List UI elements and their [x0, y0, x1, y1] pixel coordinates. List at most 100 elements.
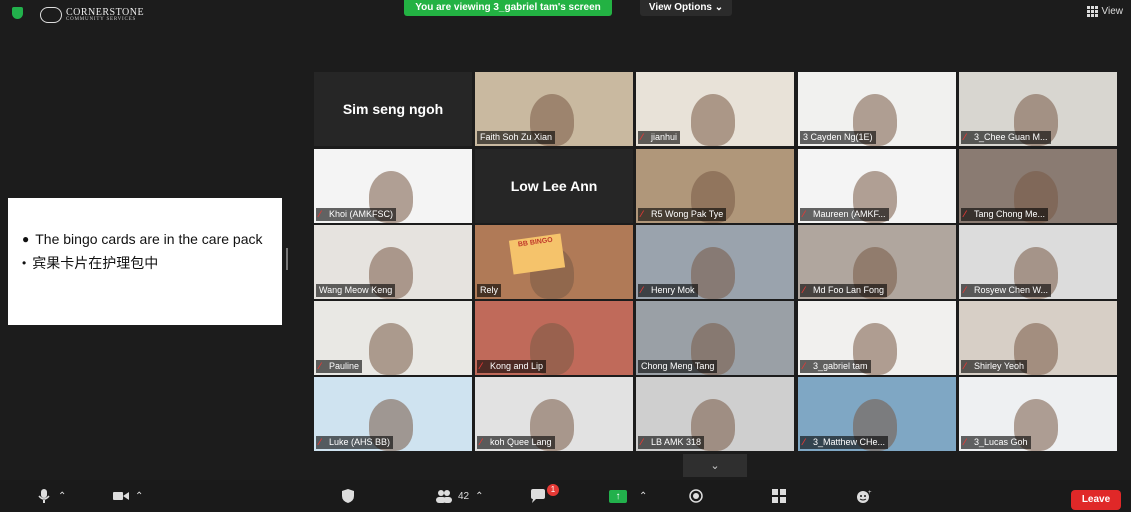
participant-tile[interactable]: 3 Cayden Ng(1E) — [798, 72, 956, 146]
participant-tile[interactable]: ⁄ koh Quee Lang — [475, 377, 633, 451]
participant-tile[interactable]: Wang Meow Keng — [314, 225, 472, 299]
participant-label: Wang Meow Keng — [316, 284, 396, 297]
participant-name: jianhui — [651, 132, 678, 142]
participant-name: koh Quee Lang — [490, 437, 552, 447]
share-line-chinese: 宾果卡片在护理包中 — [32, 255, 159, 271]
mic-off-icon: ⁄ — [964, 132, 966, 142]
participant-tile[interactable]: ⁄ LB AMK 318 — [636, 377, 794, 451]
mic-off-icon: ⁄ — [480, 437, 482, 447]
svg-text:+: + — [868, 490, 872, 496]
participants-icon — [436, 490, 452, 503]
participant-tile[interactable]: ⁄ 3_Chee Guan M... — [959, 72, 1117, 146]
chat-badge: 1 — [547, 484, 559, 496]
leave-button[interactable]: Leave — [1071, 490, 1121, 510]
breakout-rooms-icon — [772, 489, 786, 503]
chat-icon — [531, 489, 545, 503]
mic-off-icon: ⁄ — [803, 437, 805, 447]
participants-button[interactable]: 42 ⌃ — [436, 486, 484, 506]
participant-name: Luke (AHS BB) — [329, 437, 391, 447]
view-button[interactable]: View — [1086, 6, 1123, 17]
chevron-up-icon[interactable]: ⌃ — [639, 491, 647, 502]
participant-tile[interactable]: ⁄ jianhui — [636, 72, 794, 146]
share-screen-icon: ↑ — [609, 489, 627, 503]
participant-tile[interactable]: ⁄ Pauline — [314, 301, 472, 375]
participant-tile[interactable]: ⁄ 3_Lucas Goh — [959, 377, 1117, 451]
grid-icon — [1086, 6, 1098, 17]
zoom-meeting-window: CORNERSTONE COMMUNITY SERVICES You are v… — [0, 0, 1131, 512]
participant-name: Chong Meng Tang — [641, 361, 715, 371]
shield-icon[interactable] — [12, 7, 23, 19]
participant-tile[interactable]: ⁄ Maureen (AMKF... — [798, 149, 956, 223]
logo-icon — [40, 7, 62, 23]
view-options-button[interactable]: View Options ⌄ — [640, 0, 732, 16]
participant-label: ⁄ 3_Lucas Goh — [961, 436, 1031, 449]
participant-label: ⁄ Luke (AHS BB) — [316, 436, 394, 449]
participant-silhouette — [691, 247, 735, 299]
share-line-english: The bingo cards are in the care pack — [35, 231, 263, 247]
video-button[interactable]: ⌃ — [113, 486, 143, 506]
chevron-up-icon[interactable]: ⌃ — [58, 491, 66, 502]
smiley-icon: + — [857, 490, 872, 503]
participant-label: ⁄ Tang Chong Me... — [961, 208, 1049, 221]
participant-name: LB AMK 318 — [651, 437, 702, 447]
mic-off-icon: ⁄ — [319, 361, 321, 371]
bottom-toolbar: ⌃ ⌃ 42 ⌃ ↑ ⌃ + Leave — [0, 480, 1131, 512]
participant-tile[interactable]: BB BINGO Rely — [475, 225, 633, 299]
participant-name: Low Lee Ann — [510, 178, 598, 194]
participant-label: ⁄ Rosyew Chen W... — [961, 284, 1052, 297]
participant-label: ⁄ Maureen (AMKF... — [800, 208, 889, 221]
participant-tile[interactable]: ⁄ Khoi (AMKFSC) — [314, 149, 472, 223]
mic-off-icon: ⁄ — [480, 361, 482, 371]
chevron-up-icon[interactable]: ⌃ — [135, 491, 143, 502]
mic-off-icon: ⁄ — [964, 361, 966, 371]
chevron-down-icon[interactable]: ⌄ — [683, 454, 747, 477]
security-button[interactable] — [340, 486, 356, 506]
mic-off-icon: ⁄ — [641, 132, 643, 142]
mic-off-icon: ⁄ — [964, 437, 966, 447]
participant-tile[interactable]: ⁄ Md Foo Lan Fong — [798, 225, 956, 299]
participant-tile[interactable]: Faith Soh Zu Xian — [475, 72, 633, 146]
participant-name: Tang Chong Me... — [974, 209, 1046, 219]
mic-off-icon: ⁄ — [964, 285, 966, 295]
participant-label: ⁄ Md Foo Lan Fong — [800, 284, 888, 297]
mic-off-icon: ⁄ — [803, 285, 805, 295]
participant-tile[interactable]: Low Lee Ann — [475, 149, 633, 223]
participant-label: ⁄ LB AMK 318 — [638, 436, 705, 449]
splitter-handle[interactable] — [286, 248, 288, 270]
chevron-up-icon[interactable]: ⌃ — [475, 491, 483, 502]
participant-label: ⁄ Shirley Yeoh — [961, 360, 1028, 373]
bingo-card-thumbnail: BB BINGO — [508, 233, 566, 275]
participant-label: Chong Meng Tang — [638, 360, 718, 373]
participant-tile[interactable]: ⁄ Rosyew Chen W... — [959, 225, 1117, 299]
top-bar: CORNERSTONE COMMUNITY SERVICES You are v… — [0, 0, 1131, 24]
breakout-rooms-button[interactable] — [771, 486, 787, 506]
participant-name: R5 Wong Pak Tye — [651, 209, 724, 219]
participant-tile[interactable]: ⁄ Henry Mok — [636, 225, 794, 299]
participant-tile[interactable]: Sim seng ngoh — [314, 72, 472, 146]
participant-tile[interactable]: ⁄ 3_gabriel tam — [798, 301, 956, 375]
participant-name: 3_Lucas Goh — [974, 437, 1028, 447]
record-button[interactable] — [688, 486, 704, 506]
participant-name: 3_Matthew CHe... — [813, 437, 886, 447]
participant-name: Henry Mok — [651, 285, 695, 295]
mic-off-icon: ⁄ — [803, 361, 805, 371]
mute-button[interactable]: ⌃ — [36, 486, 66, 506]
participant-tile[interactable]: ⁄ R5 Wong Pak Tye — [636, 149, 794, 223]
participant-name: Faith Soh Zu Xian — [480, 132, 553, 142]
mic-off-icon: ⁄ — [964, 209, 966, 219]
participant-name: Shirley Yeoh — [974, 361, 1025, 371]
share-screen-button[interactable]: ↑ ⌃ — [609, 486, 647, 506]
participant-name: Wang Meow Keng — [319, 285, 393, 295]
participant-tile[interactable]: Chong Meng Tang — [636, 301, 794, 375]
participant-name: Maureen (AMKF... — [813, 209, 886, 219]
participant-tile[interactable]: ⁄ Luke (AHS BB) — [314, 377, 472, 451]
participant-name: 3_gabriel tam — [813, 361, 868, 371]
participant-label: ⁄ R5 Wong Pak Tye — [638, 208, 727, 221]
participant-tile[interactable]: ⁄ 3_Matthew CHe... — [798, 377, 956, 451]
participant-tile[interactable]: ⁄ Kong and Lip — [475, 301, 633, 375]
participant-label: ⁄ Henry Mok — [638, 284, 698, 297]
reactions-button[interactable]: + — [856, 486, 872, 506]
chat-button[interactable] — [530, 486, 546, 506]
participant-tile[interactable]: ⁄ Shirley Yeoh — [959, 301, 1117, 375]
participant-tile[interactable]: ⁄ Tang Chong Me... — [959, 149, 1117, 223]
